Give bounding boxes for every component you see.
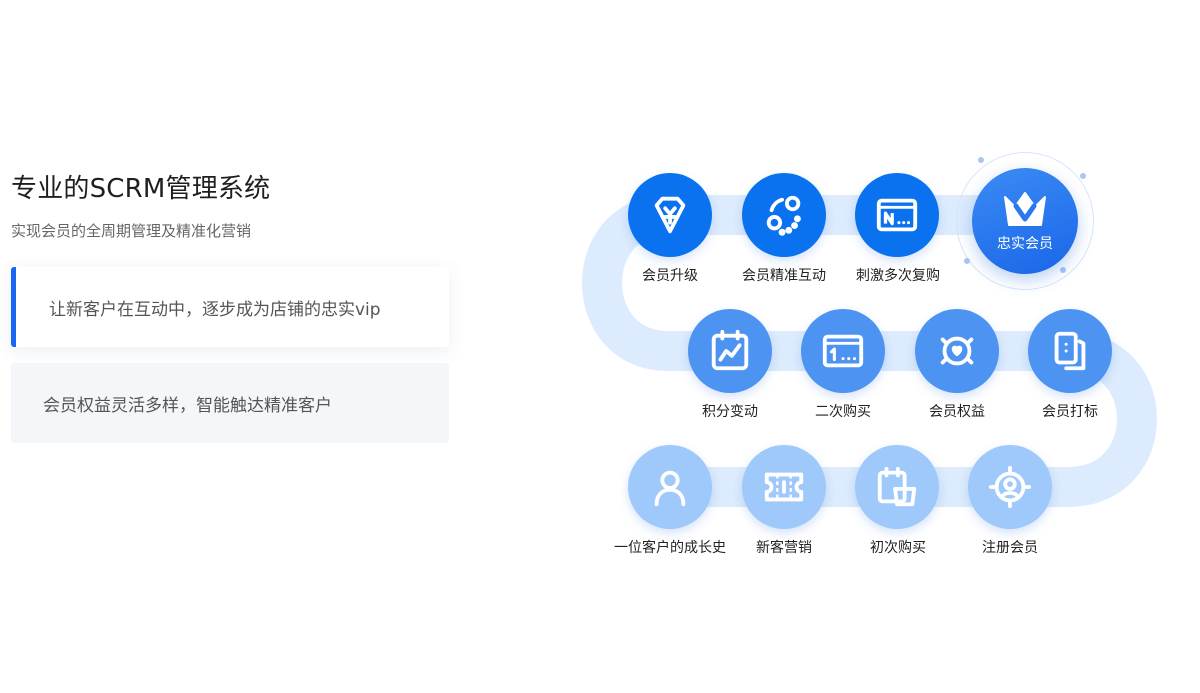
journey-label: 会员权益 [929,404,985,420]
user-circle-icon[interactable] [968,445,1052,529]
loyal-member-node[interactable]: 忠实会员 [972,168,1078,274]
feature-card[interactable]: 会员权益灵活多样，智能触达精准客户 [11,363,449,443]
journey-label: 积分变动 [702,404,758,420]
journey-label: 一位客户的成长史 [614,540,726,556]
user-icon[interactable] [628,445,712,529]
journey-label: 注册会员 [982,540,1038,556]
ring-dot [964,258,970,264]
interaction-icon[interactable] [742,173,826,257]
journey-label: 初次购买 [870,540,926,556]
journey-label: 会员精准互动 [742,268,826,284]
chart-calendar-icon[interactable] [688,309,772,393]
card-n-icon[interactable] [855,173,939,257]
feature-card-active[interactable]: 让新客户在互动中，逐步成为店铺的忠实vip [11,267,449,347]
member-journey-diagram: 会员升级 会员精准互动 刺激多次复购 忠实会员 积分变动 二次购买 会员权益 会… [560,140,1180,580]
page-subtitle: 实现会员的全周期管理及精准化营销 [11,222,252,240]
journey-label: 会员打标 [1042,404,1098,420]
ring-dot [978,157,984,163]
page-title: 专业的SCRM管理系统 [11,174,271,204]
active-indicator [11,267,16,347]
heart-badge-icon[interactable] [915,309,999,393]
card-one-icon[interactable] [801,309,885,393]
diamond-yen-icon[interactable] [628,173,712,257]
crown-v-icon [1004,192,1046,226]
loyal-label: 忠实会员 [997,236,1053,252]
ring-dot [1080,173,1086,179]
ring-dot [1060,267,1066,273]
feature-text: 会员权益灵活多样，智能触达精准客户 [43,395,332,416]
journey-label: 二次购买 [815,404,871,420]
ticket-icon[interactable] [742,445,826,529]
tag-cards-icon[interactable] [1028,309,1112,393]
calendar-cart-icon[interactable] [855,445,939,529]
feature-text: 让新客户在互动中，逐步成为店铺的忠实vip [49,299,381,320]
scrm-section: 专业的SCRM管理系统 实现会员的全周期管理及精准化营销 让新客户在互动中，逐步… [0,0,1200,693]
journey-label: 新客营销 [756,540,812,556]
journey-label: 刺激多次复购 [856,268,940,284]
journey-label: 会员升级 [642,268,698,284]
